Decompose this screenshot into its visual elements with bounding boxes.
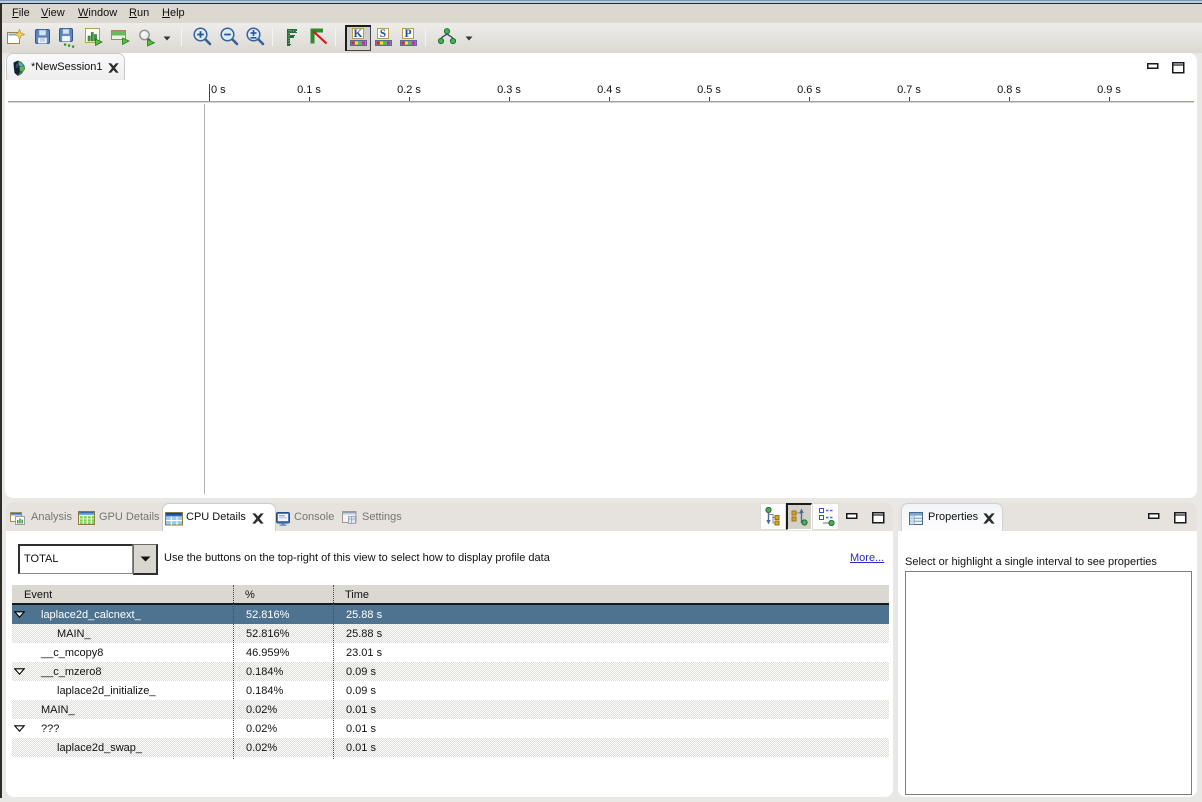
- svg-text:S: S: [380, 28, 386, 40]
- svg-text:K: K: [354, 28, 363, 40]
- svg-text:P: P: [404, 28, 411, 40]
